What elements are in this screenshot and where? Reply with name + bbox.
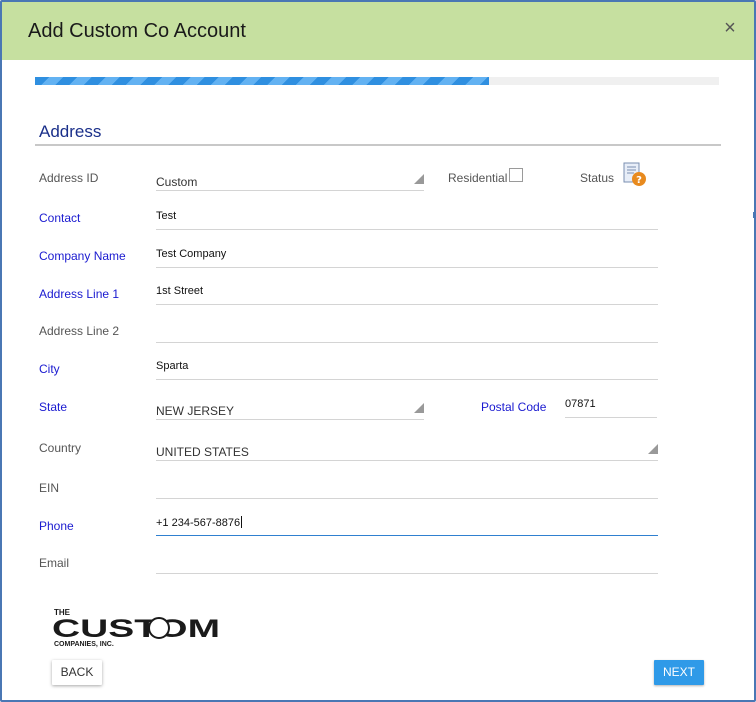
contact-input[interactable]: Test xyxy=(156,207,658,230)
custom-companies-logo: THE CUSTOM COMPANIES, INC. xyxy=(52,608,220,648)
dropdown-caret-icon xyxy=(414,403,424,413)
state-value: NEW JERSEY xyxy=(156,404,235,418)
residential-label: Residential xyxy=(448,171,508,185)
address-line2-label: Address Line 2 xyxy=(39,324,120,338)
ein-label: EIN xyxy=(39,481,60,495)
address-line1-label: Address Line 1 xyxy=(39,287,120,301)
next-button[interactable]: NEXT xyxy=(654,660,704,685)
address-line1-value: 1st Street xyxy=(156,285,204,297)
company-name-value: Test Company xyxy=(156,248,227,260)
address-id-label: Address ID xyxy=(39,171,99,185)
close-icon[interactable]: × xyxy=(718,16,742,40)
logo-line2: CUSTOM xyxy=(52,615,220,643)
svg-text:?: ? xyxy=(636,175,642,186)
phone-value: +1 234-567-8876 xyxy=(156,517,241,529)
contact-label: Contact xyxy=(39,211,81,225)
address-id-value: Custom xyxy=(156,175,198,189)
scroll-indicator xyxy=(753,212,754,218)
dropdown-caret-icon xyxy=(414,174,424,184)
logo-line3: COMPANIES, INC. xyxy=(54,641,114,648)
address-id-select[interactable]: Custom xyxy=(156,168,424,191)
company-name-input[interactable]: Test Company xyxy=(156,245,658,268)
city-input[interactable]: Sparta xyxy=(156,357,658,380)
ein-input[interactable] xyxy=(156,476,658,499)
phone-label: Phone xyxy=(39,519,74,533)
address-line1-input[interactable]: 1st Street xyxy=(156,282,658,305)
contact-value: Test xyxy=(156,210,177,222)
city-label: City xyxy=(39,362,60,376)
postal-code-input[interactable]: 07871 xyxy=(565,395,657,418)
postal-code-label: Postal Code xyxy=(481,400,547,414)
email-label: Email xyxy=(39,556,70,570)
email-input[interactable] xyxy=(156,551,658,574)
company-name-label: Company Name xyxy=(39,249,126,263)
phone-value-wrap: +1 234-567-8876 xyxy=(156,516,243,529)
dialog-title: Add Custom Co Account xyxy=(28,20,246,42)
add-account-dialog: Add Custom Co Account × Address Address … xyxy=(0,0,756,702)
dialog-header: Add Custom Co Account × xyxy=(2,2,754,60)
city-value: Sparta xyxy=(156,360,189,372)
address-line2-input[interactable] xyxy=(156,320,658,343)
section-title: Address xyxy=(39,122,102,141)
country-value: UNITED STATES xyxy=(156,445,249,459)
state-label: State xyxy=(39,400,68,414)
residential-checkbox[interactable] xyxy=(509,168,523,182)
phone-input[interactable]: +1 234-567-8876 xyxy=(156,513,658,536)
section-divider xyxy=(35,144,721,146)
document-question-icon[interactable]: ? xyxy=(622,162,648,188)
postal-code-value: 07871 xyxy=(565,398,596,410)
dropdown-caret-icon xyxy=(648,444,658,454)
status-label: Status xyxy=(580,171,615,185)
logo-globe-icon xyxy=(148,617,170,639)
text-cursor xyxy=(241,516,243,528)
state-select[interactable]: NEW JERSEY xyxy=(156,397,424,420)
country-select[interactable]: UNITED STATES xyxy=(156,438,658,461)
back-button[interactable]: BACK xyxy=(52,660,102,685)
progress-fill xyxy=(35,77,490,85)
progress-bar xyxy=(35,77,719,85)
country-label: Country xyxy=(39,441,82,455)
